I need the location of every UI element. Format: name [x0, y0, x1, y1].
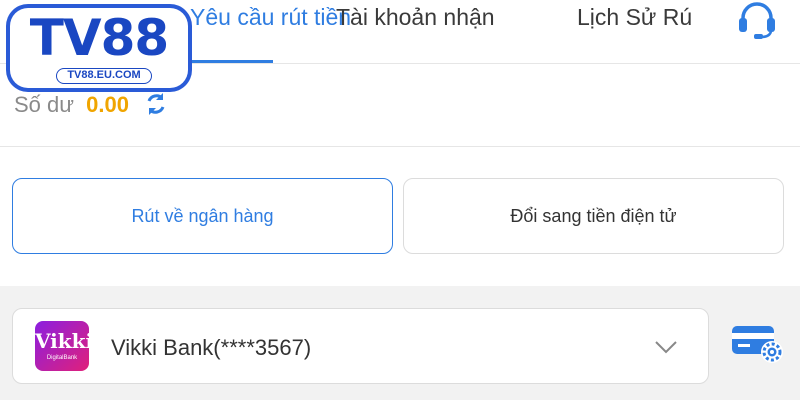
balance-amount: 0.00 — [86, 92, 129, 117]
bank-logo-text: Vikki — [35, 329, 94, 353]
balance-row: Số dư 0.00 — [14, 90, 169, 120]
withdraw-to-bank-option[interactable]: Rút về ngân hàng — [12, 178, 393, 254]
bank-account-select[interactable]: Vikki DigitalBank Vikki Bank(****3567) — [12, 308, 709, 384]
logo-url: TV88.EU.COM — [56, 68, 152, 84]
divider — [0, 146, 800, 147]
balance-label: Số dư — [14, 92, 74, 117]
chevron-down-icon[interactable] — [653, 335, 679, 359]
tab-withdraw-history[interactable]: Lịch Sử Rú — [577, 0, 692, 64]
tab-withdraw-label: Yêu cầu rút tiền — [190, 4, 352, 30]
card-settings-icon[interactable] — [728, 320, 786, 366]
headset-icon[interactable] — [734, 0, 780, 40]
tab-receiving-accounts[interactable]: Tài khoản nhận — [336, 0, 495, 64]
vikki-bank-logo: Vikki DigitalBank — [35, 321, 94, 371]
logo-text: TV88 — [29, 9, 169, 67]
refresh-icon[interactable] — [143, 91, 169, 117]
brand-logo: TV88 TV88.EU.COM — [6, 4, 192, 92]
selected-bank-account: Vikki Bank(****3567) — [111, 335, 312, 360]
convert-to-crypto-option[interactable]: Đổi sang tiền điện tử — [403, 178, 784, 254]
logo-badge: TV88 TV88.EU.COM — [10, 8, 188, 88]
bank-logo-subtext: DigitalBank — [46, 355, 78, 361]
